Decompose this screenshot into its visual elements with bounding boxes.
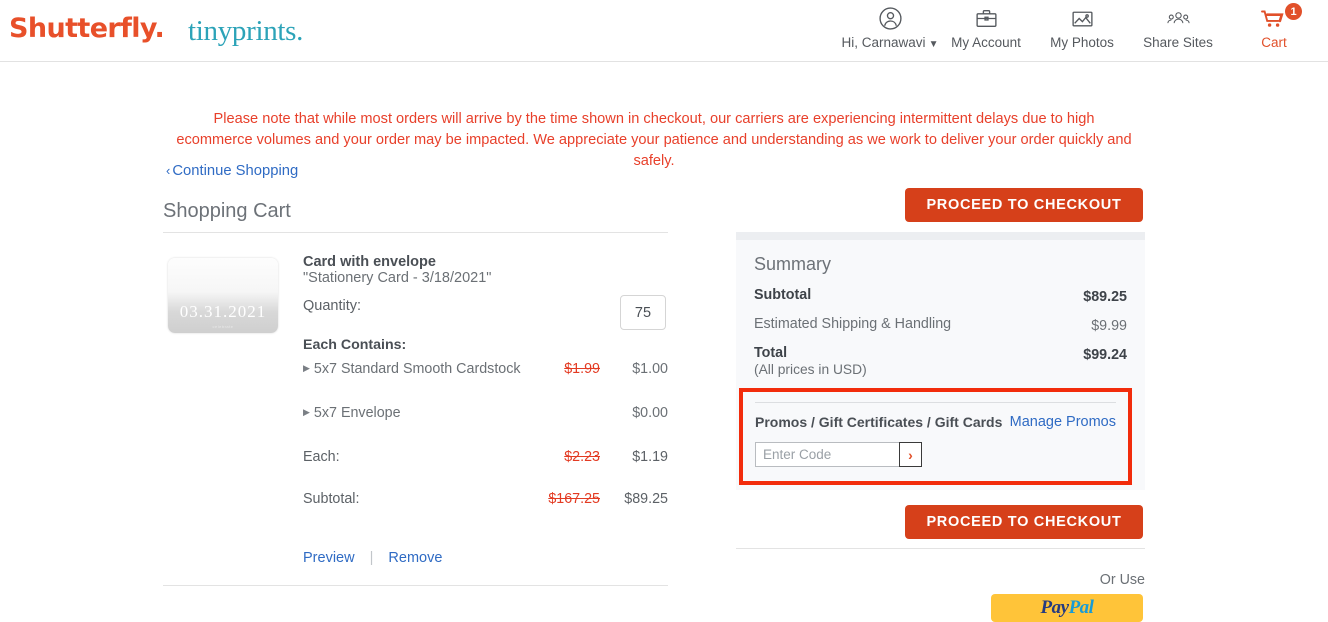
line-item-new-price: $89.25 xyxy=(624,491,668,507)
summary-panel: Summary Subtotal $89.25 Estimated Shippi… xyxy=(736,240,1145,490)
or-use-label: Or Use xyxy=(1099,572,1145,588)
tinyprints-logo-dot: . xyxy=(296,15,304,47)
line-item-old-price: $2.23 xyxy=(564,449,600,465)
nav-label-share-sites: Share Sites xyxy=(1143,35,1213,50)
quantity-label: Quantity: xyxy=(303,298,362,314)
continue-shopping-link[interactable]: ‹ Continue Shopping xyxy=(166,163,298,179)
briefcase-icon xyxy=(974,5,999,32)
paypal-button[interactable]: PayPal xyxy=(991,594,1143,622)
summary-title: Summary xyxy=(754,254,832,274)
promo-section: Promos / Gift Certificates / Gift Cards … xyxy=(743,392,1128,481)
shutterfly-logo-text: Shutterfly xyxy=(9,13,155,44)
link-separator: | xyxy=(369,550,374,566)
proceed-to-checkout-button-bottom[interactable]: PROCEED TO CHECKOUT xyxy=(905,505,1143,539)
nav-item-my-account[interactable]: My Account xyxy=(938,5,1034,50)
photo-icon xyxy=(1070,5,1095,32)
nav-label-my-account: My Account xyxy=(951,35,1021,50)
summary-row-label: Estimated Shipping & Handling xyxy=(754,316,952,332)
line-item-old-price: $167.25 xyxy=(548,491,600,507)
divider-bottom xyxy=(163,585,668,586)
promo-input-group: › xyxy=(755,442,927,467)
header-nav: Hi, Carnawavi ▼ My Account My Photos Sha… xyxy=(842,3,1322,50)
product-actions: Preview | Remove xyxy=(303,550,442,566)
nav-item-my-photos[interactable]: My Photos xyxy=(1034,5,1130,50)
manage-promos-link[interactable]: Manage Promos xyxy=(1010,414,1116,430)
nav-label-cart: Cart xyxy=(1261,35,1287,50)
line-item-new-price: $1.00 xyxy=(632,361,668,377)
chevron-left-icon: ‹ xyxy=(166,163,171,178)
summary-row-subtotal: Subtotal $89.25 xyxy=(754,287,1127,316)
promo-divider xyxy=(755,402,1116,403)
site-header: Shutterfly. tinyprints. Hi, Carnawavi▼ xyxy=(0,0,1328,62)
divider-top xyxy=(163,232,668,233)
divider-right xyxy=(736,548,1145,549)
line-item-label: ▶ 5x7 Envelope xyxy=(303,405,401,421)
preview-link[interactable]: Preview xyxy=(303,550,355,566)
product-title: Card with envelope xyxy=(303,254,436,270)
shutterfly-logo-dot: . xyxy=(154,13,165,44)
summary-row-shipping: Estimated Shipping & Handling $9.99 xyxy=(754,316,1127,345)
product-thumbnail[interactable]: 03.31.2021 celebrate xyxy=(168,258,278,333)
tinyprints-logo[interactable]: tinyprints. xyxy=(188,15,303,48)
nav-item-account-greeting[interactable]: Hi, Carnawavi ▼ xyxy=(842,5,938,50)
nav-item-share-sites[interactable]: Share Sites xyxy=(1130,5,1226,50)
promo-section-highlight: Promos / Gift Certificates / Gift Cards … xyxy=(739,388,1132,485)
product-subtitle: "Stationery Card - 3/18/2021" xyxy=(303,270,492,286)
continue-shopping-label: Continue Shopping xyxy=(172,163,299,179)
promo-code-input[interactable] xyxy=(755,442,899,467)
paypal-logo: PayPal xyxy=(1040,597,1094,618)
proceed-to-checkout-button-top[interactable]: PROCEED TO CHECKOUT xyxy=(905,188,1143,222)
chevron-down-icon: ▼ xyxy=(928,39,939,50)
user-circle-icon xyxy=(878,5,903,32)
summary-row-value: $99.24 xyxy=(1083,347,1127,363)
nav-label-greeting: Hi, Carnawavi ▼ xyxy=(841,35,939,50)
line-item-old-price: $1.99 xyxy=(564,361,600,377)
line-item-label: Subtotal: xyxy=(303,491,360,507)
remove-link[interactable]: Remove xyxy=(388,550,442,566)
page-title: Shopping Cart xyxy=(163,200,291,222)
summary-row-value: $9.99 xyxy=(1091,318,1127,334)
people-icon xyxy=(1165,5,1192,32)
summary-row-label: Subtotal xyxy=(754,287,812,303)
thumbnail-date-text: 03.31.2021 xyxy=(179,302,267,321)
promo-label: Promos / Gift Certificates / Gift Cards xyxy=(755,414,1003,430)
summary-row-label: Total xyxy=(754,345,788,361)
line-item-label: ▶ 5x7 Standard Smooth Cardstock xyxy=(303,361,521,377)
bullet-arrow-icon: ▶ xyxy=(303,407,310,417)
line-item-new-price: $0.00 xyxy=(632,405,668,421)
summary-row-total: Total $99.24 xyxy=(754,345,1127,374)
bullet-arrow-icon: ▶ xyxy=(303,363,310,373)
line-item-new-price: $1.19 xyxy=(632,449,668,465)
tinyprints-logo-text: tinyprints xyxy=(188,15,297,47)
promo-submit-button[interactable]: › xyxy=(899,442,922,467)
line-item-label: Each: xyxy=(303,449,340,465)
each-contains-label: Each Contains: xyxy=(303,337,407,353)
nav-item-cart[interactable]: 1 Cart xyxy=(1226,3,1322,50)
summary-row-value: $89.25 xyxy=(1083,289,1127,305)
summary-top-strip xyxy=(736,232,1145,240)
thumbnail-caption-text: celebrate xyxy=(212,324,234,329)
shipping-delay-notice: Please note that while most orders will … xyxy=(176,111,1132,169)
summary-panel-wrapper: Summary Subtotal $89.25 Estimated Shippi… xyxy=(736,232,1145,490)
quantity-input[interactable] xyxy=(620,295,666,330)
cart-badge-count: 1 xyxy=(1285,3,1302,20)
nav-label-my-photos: My Photos xyxy=(1050,35,1114,50)
shutterfly-logo[interactable]: Shutterfly. xyxy=(9,13,165,44)
